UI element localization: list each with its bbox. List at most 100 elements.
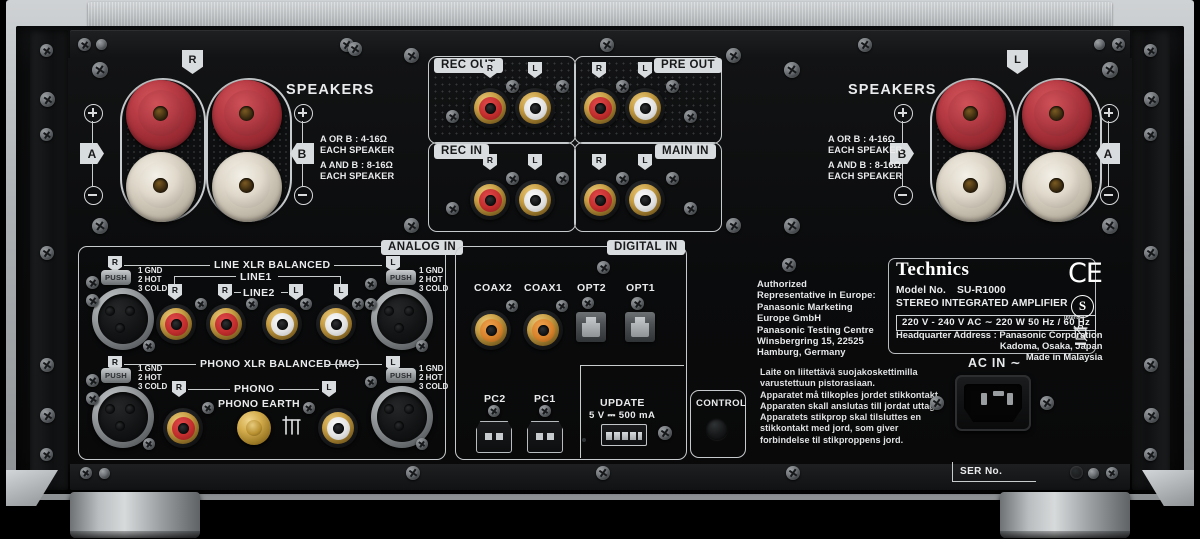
bracket-tick (174, 276, 176, 284)
usb-b-port-pc1[interactable] (527, 421, 563, 453)
xlr-pin1-label: 1 GND (419, 266, 444, 275)
ac-inlet[interactable] (955, 375, 1031, 431)
xlr-push-latch-l-phono[interactable]: PUSH (386, 368, 416, 383)
pc2-label: PC2 (484, 393, 506, 405)
bracket-rule (278, 276, 340, 278)
polarity-connector (301, 121, 304, 143)
speaker-post-l-a-negative[interactable] (1022, 152, 1092, 222)
polarity-connector (91, 164, 94, 186)
panel-screw (246, 298, 258, 310)
panel-screw (784, 218, 800, 234)
panel-screw (506, 80, 519, 93)
chassis-screw (1144, 358, 1158, 372)
rec-in-label: REC IN (434, 144, 490, 159)
polarity-connector (901, 121, 904, 143)
panel-screw (930, 396, 944, 410)
impedance-line-4: EACH SPEAKER (828, 171, 903, 181)
safety-line: stikkontakt med jord, som giver (760, 423, 899, 434)
rail-screw (406, 466, 420, 480)
usb-a-port-update[interactable] (601, 424, 647, 446)
rca-jack-rec-in-l[interactable] (515, 180, 555, 220)
rca-jack-line1-l[interactable] (316, 304, 356, 344)
xlr-pin1-label: 1 GND (419, 364, 444, 373)
usb-b-port-pc2[interactable] (476, 421, 512, 453)
xlr-pin3-label: 3 COLD (419, 382, 449, 391)
rail-screw (1106, 467, 1118, 479)
foot-left (70, 492, 200, 538)
foot-right (1000, 492, 1130, 538)
impedance-line-2: EACH SPEAKER (320, 145, 395, 155)
rca-jack-phono-l[interactable] (318, 408, 358, 448)
xlr-pin2-label: 2 HOT (419, 275, 443, 284)
rca-jack-pre-out-r[interactable] (580, 88, 620, 128)
panel-screw (416, 340, 428, 352)
chassis-screw (40, 128, 53, 141)
chassis-screw (1144, 408, 1159, 423)
optical-jack-opt2[interactable] (576, 312, 606, 342)
speakers-title-right: SPEAKERS (848, 82, 937, 98)
panel-screw (143, 438, 155, 450)
update-spec-label: 5 V ⎓ 500 mA (589, 410, 656, 421)
polarity-connector (301, 164, 304, 186)
speaker-post-r-a-positive[interactable] (126, 80, 196, 150)
rca-jack-main-in-r[interactable] (580, 180, 620, 220)
panel-screw (446, 202, 459, 215)
xlr-push-latch-r-line[interactable]: PUSH (101, 270, 131, 285)
panel-screw (506, 300, 518, 312)
panel-screw (1040, 396, 1054, 410)
panel-screw (86, 276, 99, 289)
ac-in-label: AC IN ∼ (968, 356, 1022, 370)
safety-line: Apparatets stikprop skal tilsluttes en (760, 412, 922, 423)
rca-jack-main-in-l[interactable] (625, 180, 665, 220)
polarity-connector (91, 121, 94, 143)
digital-in-label: DIGITAL IN (607, 240, 685, 255)
rca-jack-line1-r[interactable] (156, 304, 196, 344)
bracket-rule (174, 276, 236, 278)
xlr-pin2-label: 2 HOT (419, 373, 443, 382)
panel-screw (86, 392, 99, 405)
rca-jack-line2-l[interactable] (262, 304, 302, 344)
panel-screw (202, 402, 214, 414)
analog-in-label: ANALOG IN (381, 240, 464, 255)
panel-screw (782, 258, 796, 272)
xlr-pin3-label: 3 COLD (419, 284, 449, 293)
xlr-push-latch-r-phono[interactable]: PUSH (101, 368, 131, 383)
optical-jack-opt1[interactable] (625, 312, 655, 342)
speaker-post-l-a-positive[interactable] (1022, 80, 1092, 150)
rca-jack-line2-r[interactable] (206, 304, 246, 344)
xlr-push-latch-l-line[interactable]: PUSH (386, 270, 416, 285)
label-rule (281, 292, 288, 294)
rca-jack-pre-out-l[interactable] (625, 88, 665, 128)
speaker-post-r-b-negative[interactable] (212, 152, 282, 222)
polarity-minus-icon (294, 186, 313, 205)
authorized-line: Panasonic Testing Centre (757, 323, 874, 335)
panel-screw (404, 48, 419, 63)
rca-jack-rec-out-l[interactable] (515, 88, 555, 128)
speaker-post-l-b-positive[interactable] (936, 80, 1006, 150)
phono-earth-terminal[interactable] (237, 411, 271, 445)
rail-screw (600, 38, 614, 52)
polarity-connector (1107, 121, 1110, 143)
rca-jack-rec-in-r[interactable] (470, 180, 510, 220)
label-rule (234, 292, 241, 294)
main-in-label: MAIN IN (655, 144, 716, 159)
speaker-post-r-b-positive[interactable] (212, 80, 282, 150)
panel-screw (784, 62, 800, 78)
panel-screw (726, 48, 741, 63)
rca-jack-coax2[interactable] (471, 310, 511, 350)
polarity-minus-icon (1100, 186, 1119, 205)
rca-jack-coax1[interactable] (523, 310, 563, 350)
rca-jack-phono-r[interactable] (163, 408, 203, 448)
panel-screw (86, 374, 99, 387)
coax1-label: COAX1 (524, 282, 563, 294)
speaker-post-l-b-negative[interactable] (936, 152, 1006, 222)
chassis-screw (1144, 128, 1157, 141)
rail-screw (596, 466, 610, 480)
polarity-connector (1107, 164, 1110, 186)
label-rule (334, 265, 382, 267)
control-jack[interactable] (706, 418, 728, 440)
rail-hole (1088, 468, 1099, 479)
rca-jack-rec-out-r[interactable] (470, 88, 510, 128)
speaker-post-r-a-negative[interactable] (126, 152, 196, 222)
polarity-plus-icon (894, 104, 913, 123)
